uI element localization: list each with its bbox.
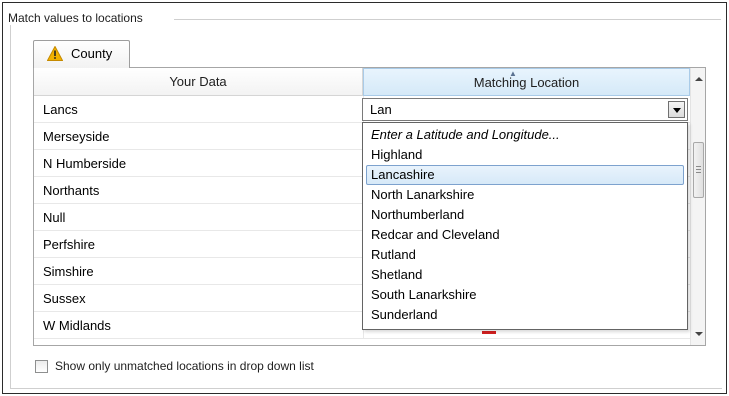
grip-icon	[696, 166, 701, 173]
location-dropdown-list: Enter a Latitude and Longitude... Highla…	[362, 122, 688, 330]
dropdown-option[interactable]: Sunderland	[366, 305, 684, 325]
dropdown-option[interactable]: Rutland	[366, 245, 684, 265]
dropdown-button[interactable]	[668, 101, 685, 118]
column-header-matching-location[interactable]: Matching Location	[363, 68, 690, 96]
dropdown-option[interactable]: North Lanarkshire	[366, 185, 684, 205]
group-border-left	[10, 19, 11, 389]
dropdown-option[interactable]: Redcar and Cleveland	[366, 225, 684, 245]
column-header-your-data[interactable]: Your Data	[34, 68, 363, 96]
scroll-up-icon[interactable]	[695, 77, 703, 81]
vertical-scrollbar[interactable]	[690, 68, 705, 345]
scroll-down-icon[interactable]	[695, 332, 703, 336]
dropdown-option[interactable]: Highland	[366, 145, 684, 165]
scroll-thumb[interactable]	[693, 142, 704, 198]
cell-your-data: Simshire	[43, 264, 94, 279]
column-header-label: Matching Location	[473, 75, 580, 90]
dropdown-option[interactable]: Shetland	[366, 265, 684, 285]
sort-ascending-icon: ▲	[509, 69, 517, 78]
cell-your-data: Null	[43, 210, 66, 225]
group-title: Match values to locations	[8, 11, 146, 25]
cell-your-data: Merseyside	[43, 129, 110, 144]
unmatched-only-checkbox[interactable]	[35, 360, 48, 373]
combobox-value[interactable]: Lan	[370, 102, 392, 117]
tab-county[interactable]: County	[33, 40, 130, 68]
tab-label: County	[71, 46, 113, 61]
unmatched-marker	[482, 331, 496, 334]
dropdown-option[interactable]: South Lanarkshire	[366, 285, 684, 305]
chevron-down-icon	[673, 108, 681, 113]
cell-your-data: W Midlands	[43, 318, 111, 333]
dropdown-option-enter-coordinates[interactable]: Enter a Latitude and Longitude...	[366, 125, 684, 145]
cell-your-data: Lancs	[43, 102, 78, 117]
grid-header: Your Data Matching Location ▲	[34, 68, 690, 96]
cell-your-data: Perfshire	[43, 237, 96, 252]
cell-your-data: Sussex	[43, 291, 86, 306]
unmatched-only-label[interactable]: Show only unmatched locations in drop do…	[55, 359, 314, 373]
dropdown-option-selected[interactable]: Lancashire	[366, 165, 684, 185]
cell-your-data: N Humberside	[43, 156, 127, 171]
dropdown-option[interactable]: Northumberland	[366, 205, 684, 225]
group-border-bottom	[10, 388, 722, 389]
group-border-top	[174, 19, 721, 20]
location-combobox[interactable]: Lan	[362, 98, 688, 121]
warning-icon	[47, 46, 63, 61]
cell-your-data: Northants	[43, 183, 100, 198]
